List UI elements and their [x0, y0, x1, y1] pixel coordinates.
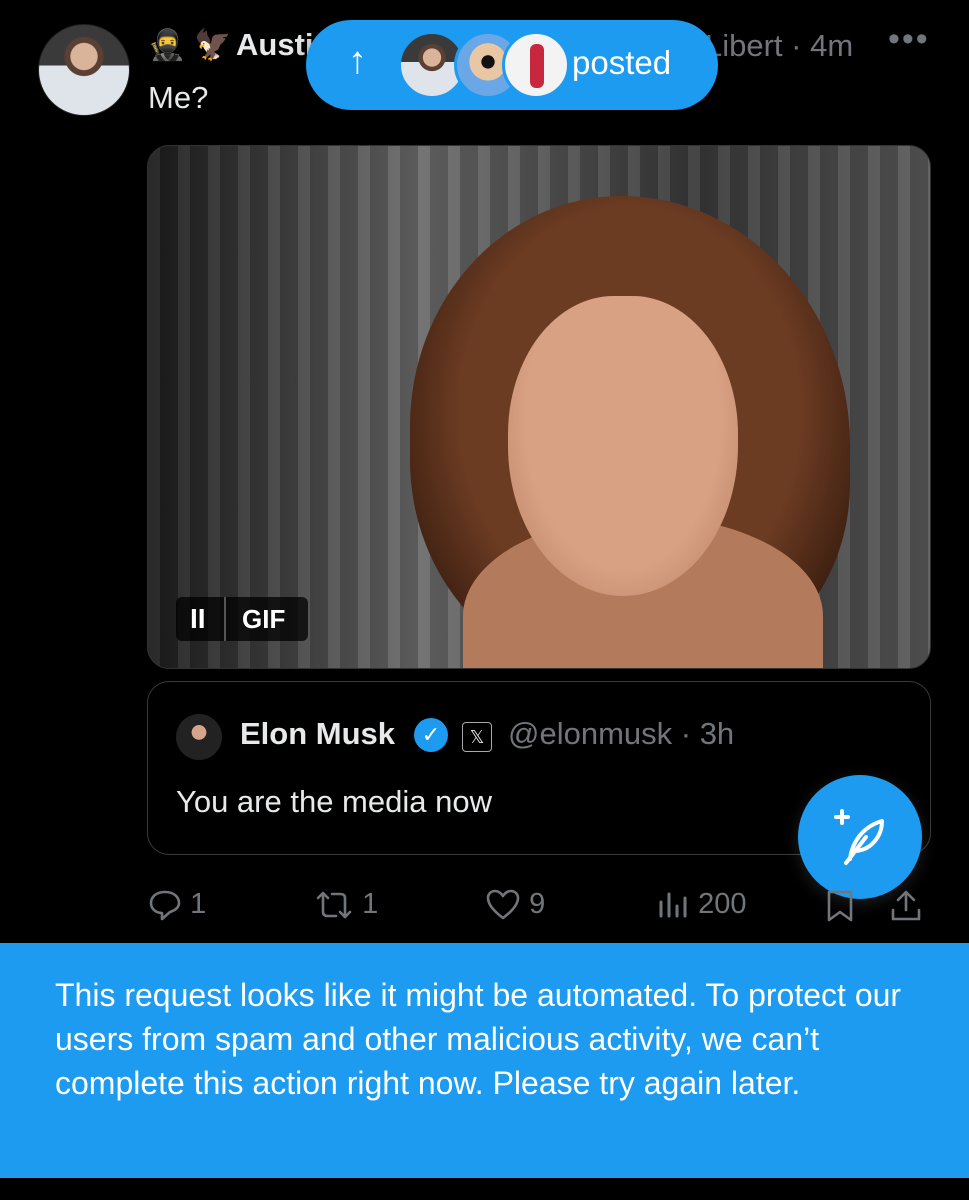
x-affiliation-icon: 𝕏 — [462, 722, 492, 752]
reply-count: 1 — [190, 888, 207, 920]
heart-icon — [486, 890, 520, 920]
gif-badge-divider — [224, 597, 226, 641]
bookmark-button[interactable] — [824, 888, 856, 924]
quoted-handle-time: @elonmusk · 3h — [508, 716, 735, 751]
new-posts-pill[interactable]: ↑ posted — [306, 20, 718, 110]
compose-feather-icon — [834, 809, 884, 865]
new-posts-label: posted — [572, 44, 672, 81]
error-toast: This request looks like it might be auto… — [0, 943, 969, 1178]
post-meta: Libert · 4m — [705, 28, 854, 63]
views-button[interactable]: 200 — [656, 888, 746, 922]
tweet-text: Me? — [148, 80, 209, 115]
gif-badge[interactable]: II GIF — [176, 597, 308, 641]
like-button[interactable]: 9 — [485, 888, 545, 922]
reply-button[interactable]: 1 — [148, 888, 206, 922]
poster-avatar-3 — [502, 31, 570, 99]
gif-subject-face — [508, 296, 738, 596]
more-options-icon[interactable]: ••• — [888, 20, 930, 59]
arrow-up-icon: ↑ — [348, 40, 367, 82]
author-avatar[interactable] — [38, 24, 130, 116]
ninja-emoji: 🥷 — [148, 29, 186, 62]
pause-icon[interactable]: II — [190, 603, 206, 635]
share-icon — [891, 890, 921, 921]
compose-button[interactable] — [798, 775, 922, 899]
gif-label: GIF — [242, 604, 286, 634]
repost-button[interactable]: 1 — [314, 888, 378, 922]
author-name[interactable]: Austi — [236, 27, 314, 63]
repost-count: 1 — [362, 888, 379, 920]
quoted-author-name: Elon Musk — [240, 716, 396, 751]
share-button[interactable] — [888, 888, 924, 924]
bookmark-icon — [827, 890, 853, 922]
views-count: 200 — [698, 888, 747, 920]
quoted-tweet-text: You are the media now — [176, 784, 492, 819]
reply-icon — [149, 891, 181, 921]
views-chart-icon — [659, 892, 687, 918]
like-count: 9 — [529, 888, 546, 920]
quoted-author-avatar — [176, 714, 222, 760]
gif-media[interactable]: II GIF — [147, 145, 931, 669]
repost-icon — [316, 892, 352, 919]
verified-badge-icon: ✓ — [414, 718, 448, 752]
eagle-emoji: 🦅 — [194, 29, 232, 62]
toast-message: This request looks like it might be auto… — [55, 977, 902, 1101]
